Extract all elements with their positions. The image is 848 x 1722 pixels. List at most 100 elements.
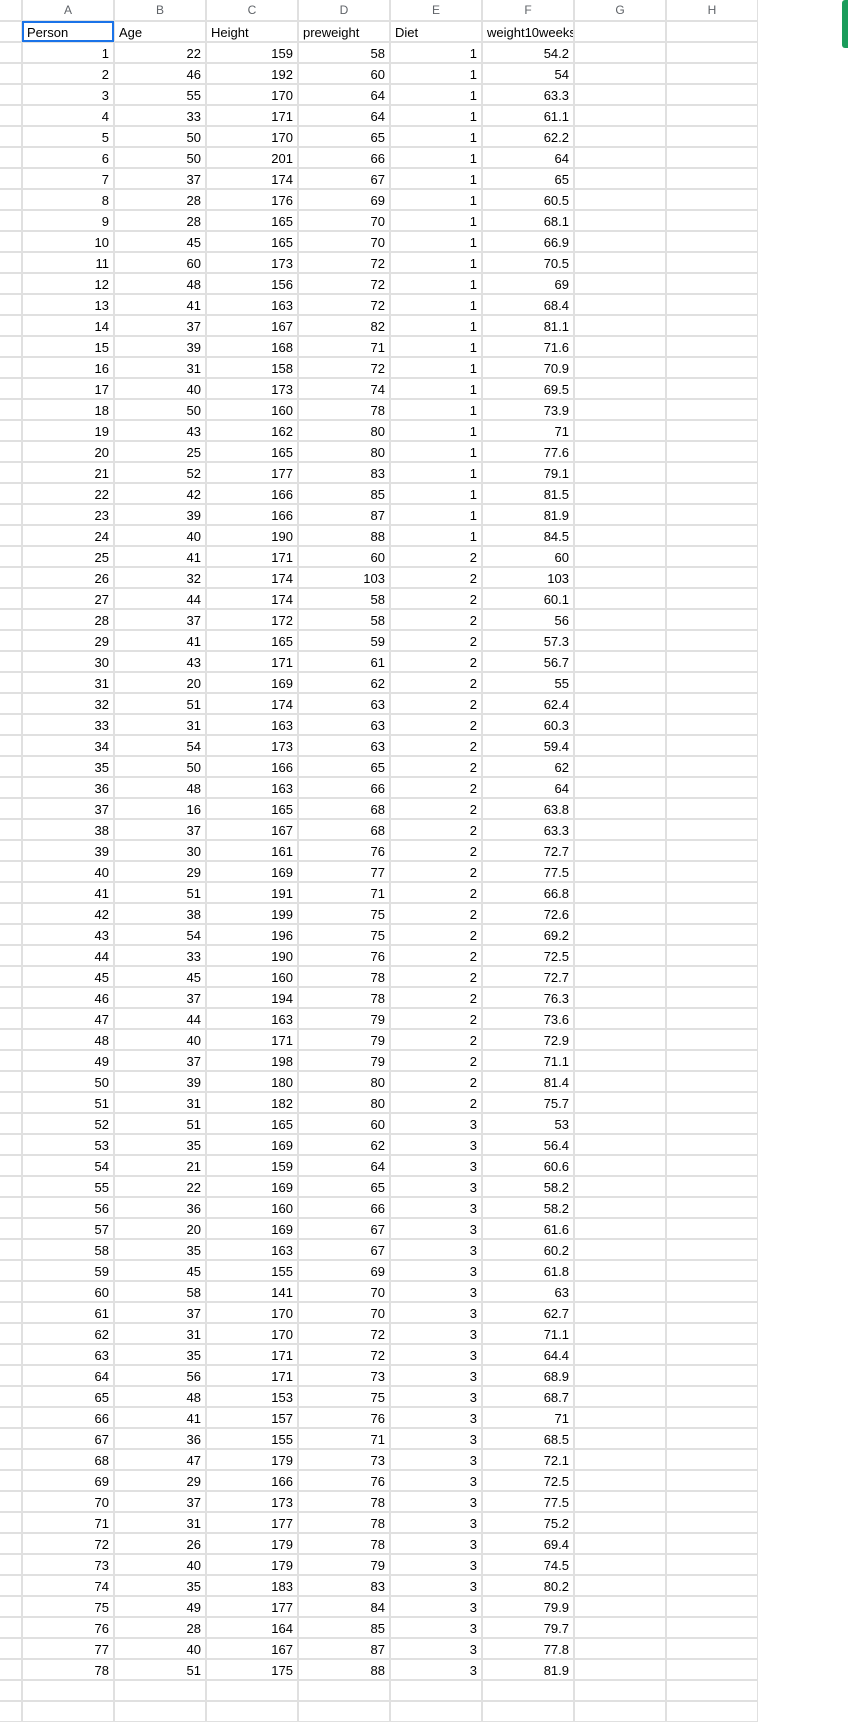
- cell-A10[interactable]: 9: [22, 210, 114, 231]
- row-header-53[interactable]: [0, 1113, 22, 1134]
- cell-E6[interactable]: 1: [390, 126, 482, 147]
- cell-G55[interactable]: [574, 1155, 666, 1176]
- cell-H8[interactable]: [666, 168, 758, 189]
- cell-C80[interactable]: [206, 1680, 298, 1701]
- cell-F34[interactable]: 60.3: [482, 714, 574, 735]
- cell-D43[interactable]: 75: [298, 903, 390, 924]
- cell-D8[interactable]: 67: [298, 168, 390, 189]
- cell-E65[interactable]: 3: [390, 1365, 482, 1386]
- cell-A19[interactable]: 18: [22, 399, 114, 420]
- cell-C49[interactable]: 171: [206, 1029, 298, 1050]
- row-header-13[interactable]: [0, 273, 22, 294]
- cell-D27[interactable]: 103: [298, 567, 390, 588]
- cell-C68[interactable]: 155: [206, 1428, 298, 1449]
- cell-A57[interactable]: 56: [22, 1197, 114, 1218]
- cell-F77[interactable]: 79.7: [482, 1617, 574, 1638]
- cell-A12[interactable]: 11: [22, 252, 114, 273]
- cell-B71[interactable]: 37: [114, 1491, 206, 1512]
- row-header-68[interactable]: [0, 1428, 22, 1449]
- cell-G27[interactable]: [574, 567, 666, 588]
- cell-G57[interactable]: [574, 1197, 666, 1218]
- row-header-12[interactable]: [0, 252, 22, 273]
- cell-G78[interactable]: [574, 1638, 666, 1659]
- cell-F60[interactable]: 61.8: [482, 1260, 574, 1281]
- cell-H12[interactable]: [666, 252, 758, 273]
- cell-F66[interactable]: 68.7: [482, 1386, 574, 1407]
- cell-H46[interactable]: [666, 966, 758, 987]
- cell-D40[interactable]: 76: [298, 840, 390, 861]
- cell-B79[interactable]: 51: [114, 1659, 206, 1680]
- cell-G62[interactable]: [574, 1302, 666, 1323]
- cell-A17[interactable]: 16: [22, 357, 114, 378]
- cell-F57[interactable]: 58.2: [482, 1197, 574, 1218]
- cell-D41[interactable]: 77: [298, 861, 390, 882]
- row-header-6[interactable]: [0, 126, 22, 147]
- cell-G7[interactable]: [574, 147, 666, 168]
- row-header-39[interactable]: [0, 819, 22, 840]
- cell-F64[interactable]: 64.4: [482, 1344, 574, 1365]
- cell-H77[interactable]: [666, 1617, 758, 1638]
- cell-F62[interactable]: 62.7: [482, 1302, 574, 1323]
- cell-H19[interactable]: [666, 399, 758, 420]
- cell-H15[interactable]: [666, 315, 758, 336]
- cell-D18[interactable]: 74: [298, 378, 390, 399]
- cell-F46[interactable]: 72.7: [482, 966, 574, 987]
- cell-A76[interactable]: 75: [22, 1596, 114, 1617]
- cell-E18[interactable]: 1: [390, 378, 482, 399]
- cell-E32[interactable]: 2: [390, 672, 482, 693]
- cell-D30[interactable]: 59: [298, 630, 390, 651]
- cell-F39[interactable]: 63.3: [482, 819, 574, 840]
- cell-C45[interactable]: 190: [206, 945, 298, 966]
- cell-A28[interactable]: 27: [22, 588, 114, 609]
- cell-C9[interactable]: 176: [206, 189, 298, 210]
- cell-H2[interactable]: [666, 42, 758, 63]
- cell-D55[interactable]: 64: [298, 1155, 390, 1176]
- cell-A59[interactable]: 58: [22, 1239, 114, 1260]
- row-header-16[interactable]: [0, 336, 22, 357]
- cell-D56[interactable]: 65: [298, 1176, 390, 1197]
- cell-F16[interactable]: 71.6: [482, 336, 574, 357]
- cell-F1[interactable]: weight10weeks: [482, 21, 574, 42]
- cell-H16[interactable]: [666, 336, 758, 357]
- row-header-18[interactable]: [0, 378, 22, 399]
- cell-H49[interactable]: [666, 1029, 758, 1050]
- spreadsheet-grid[interactable]: ABCDEFGHPersonAgeHeightpreweightDietweig…: [0, 0, 848, 1722]
- cell-F76[interactable]: 79.9: [482, 1596, 574, 1617]
- cell-G63[interactable]: [574, 1323, 666, 1344]
- cell-D32[interactable]: 62: [298, 672, 390, 693]
- cell-A71[interactable]: 70: [22, 1491, 114, 1512]
- cell-C1[interactable]: Height: [206, 21, 298, 42]
- cell-C54[interactable]: 169: [206, 1134, 298, 1155]
- cell-A64[interactable]: 63: [22, 1344, 114, 1365]
- cell-B20[interactable]: 43: [114, 420, 206, 441]
- row-header-48[interactable]: [0, 1008, 22, 1029]
- cell-B36[interactable]: 50: [114, 756, 206, 777]
- cell-B64[interactable]: 35: [114, 1344, 206, 1365]
- cell-A11[interactable]: 10: [22, 231, 114, 252]
- cell-H68[interactable]: [666, 1428, 758, 1449]
- cell-B13[interactable]: 48: [114, 273, 206, 294]
- row-header-71[interactable]: [0, 1491, 22, 1512]
- cell-F22[interactable]: 79.1: [482, 462, 574, 483]
- cell-H31[interactable]: [666, 651, 758, 672]
- cell-A39[interactable]: 38: [22, 819, 114, 840]
- cell-G30[interactable]: [574, 630, 666, 651]
- cell-E76[interactable]: 3: [390, 1596, 482, 1617]
- cell-G46[interactable]: [574, 966, 666, 987]
- cell-H38[interactable]: [666, 798, 758, 819]
- row-header-28[interactable]: [0, 588, 22, 609]
- row-header-75[interactable]: [0, 1575, 22, 1596]
- cell-C78[interactable]: 167: [206, 1638, 298, 1659]
- cell-B58[interactable]: 20: [114, 1218, 206, 1239]
- cell-B62[interactable]: 37: [114, 1302, 206, 1323]
- cell-H26[interactable]: [666, 546, 758, 567]
- cell-C17[interactable]: 158: [206, 357, 298, 378]
- cell-B32[interactable]: 20: [114, 672, 206, 693]
- row-header-5[interactable]: [0, 105, 22, 126]
- cell-H63[interactable]: [666, 1323, 758, 1344]
- cell-B40[interactable]: 30: [114, 840, 206, 861]
- cell-F45[interactable]: 72.5: [482, 945, 574, 966]
- cell-A65[interactable]: 64: [22, 1365, 114, 1386]
- cell-B57[interactable]: 36: [114, 1197, 206, 1218]
- cell-H6[interactable]: [666, 126, 758, 147]
